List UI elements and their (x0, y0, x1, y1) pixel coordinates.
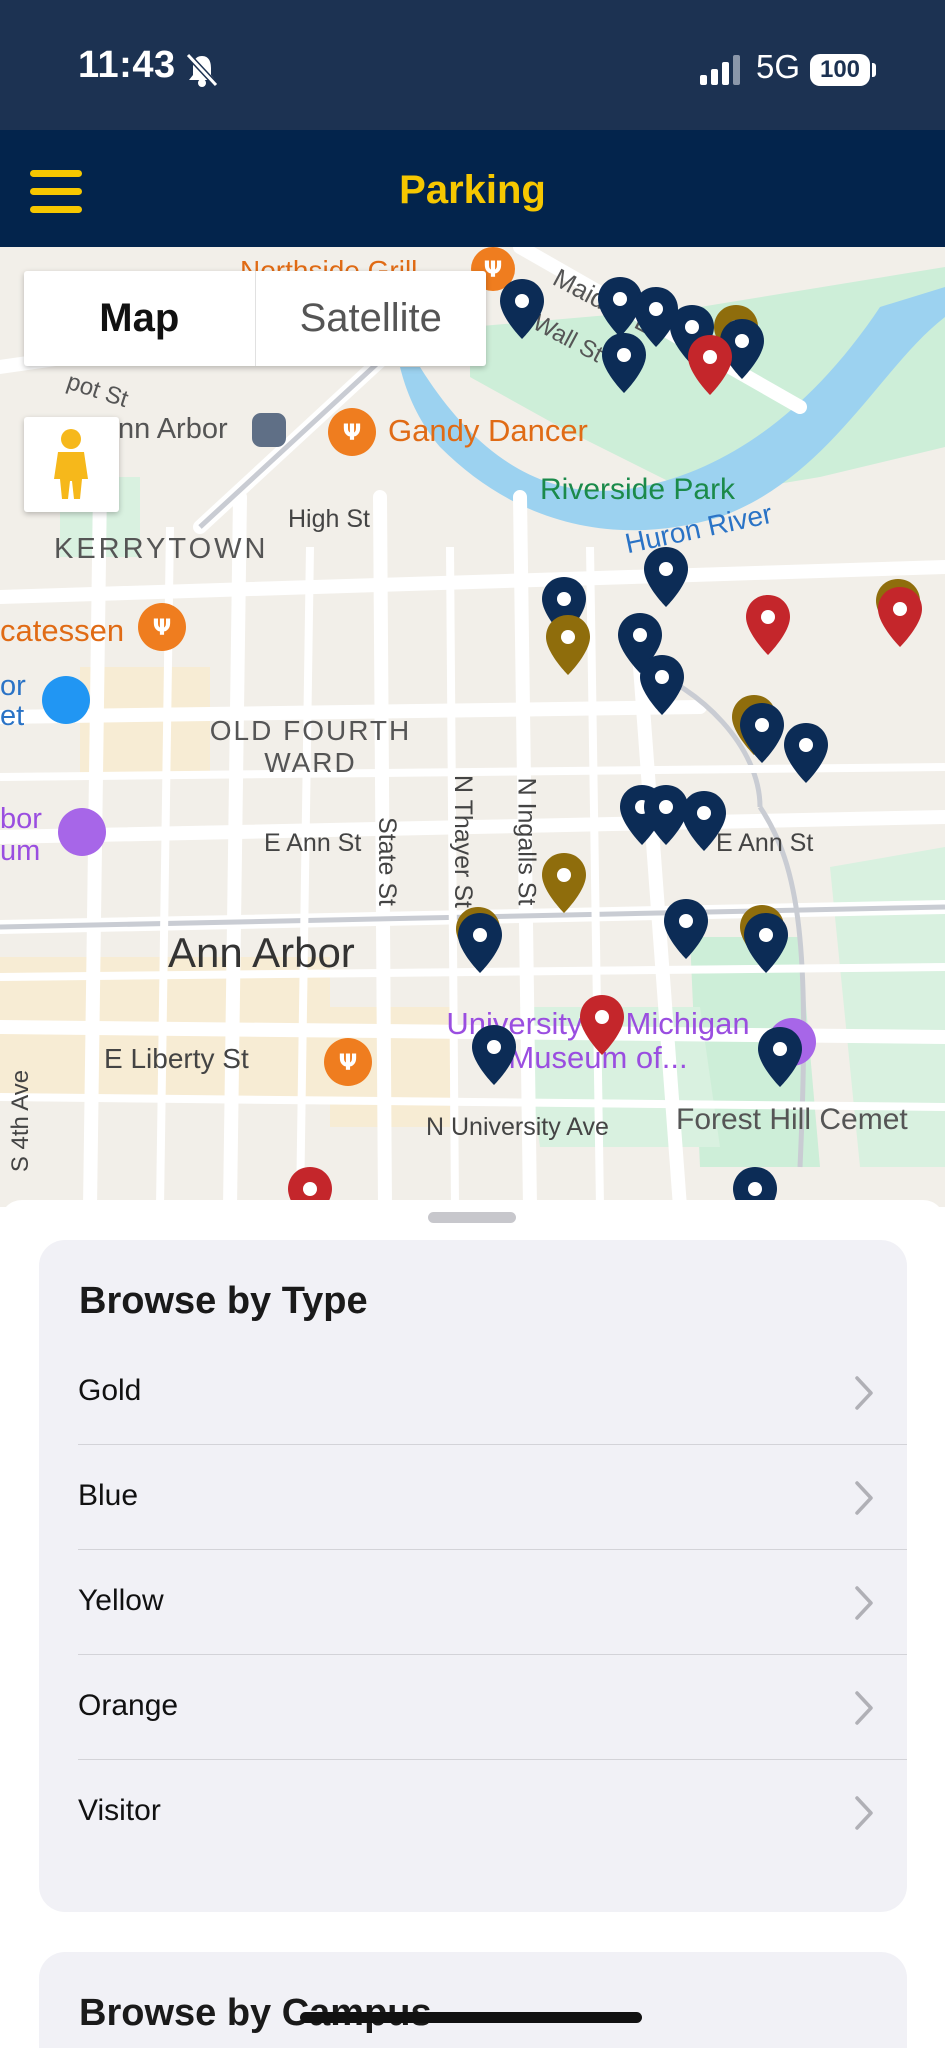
sheet-grabber[interactable] (428, 1212, 516, 1223)
map-type-toggle: Map Satellite (24, 271, 486, 366)
parking-screen: 11:43 5G 100 Parking Ψ Ψ Ψ Ψ Maiden Wall… (0, 0, 945, 2048)
parking-marker-blue-icon[interactable] (644, 785, 688, 845)
street-view-pegman-icon[interactable] (24, 417, 119, 512)
parking-marker-blue-icon[interactable] (472, 1025, 516, 1085)
parking-marker-blue-icon[interactable] (458, 913, 502, 973)
list-item-label: Yellow (78, 1584, 164, 1617)
chevron-right-icon (855, 1586, 873, 1620)
chevron-right-icon (855, 1481, 873, 1515)
chevron-right-icon (855, 1796, 873, 1830)
parking-marker-blue-icon[interactable] (682, 791, 726, 851)
browse-by-campus-card: Browse by Campus (39, 1952, 907, 2048)
list-item-label: Visitor (78, 1794, 161, 1827)
browse-by-type-title: Browse by Type (79, 1280, 368, 1322)
list-item-gold[interactable]: Gold (78, 1340, 907, 1445)
parking-marker-blue-icon[interactable] (758, 1027, 802, 1087)
chevron-right-icon (855, 1376, 873, 1410)
parking-marker-blue-icon[interactable] (664, 899, 708, 959)
bottom-sheet: Browse by Type Gold Blue Yellow Orange V… (0, 1200, 945, 2048)
parking-marker-blue-icon[interactable] (500, 279, 544, 339)
parking-marker-gold-icon[interactable] (546, 615, 590, 675)
status-bar: 11:43 5G 100 (0, 0, 945, 130)
list-item-label: Blue (78, 1479, 139, 1512)
parking-marker-blue-icon[interactable] (744, 913, 788, 973)
navigation-bar: Parking (0, 130, 945, 247)
list-item-label: Orange (78, 1689, 179, 1722)
parking-marker-blue-icon[interactable] (740, 703, 784, 763)
parking-marker-red-icon[interactable] (878, 587, 922, 647)
parking-marker-red-icon[interactable] (688, 335, 732, 395)
parking-marker-red-icon[interactable] (746, 595, 790, 655)
parking-marker-blue-icon[interactable] (644, 547, 688, 607)
chevron-right-icon (855, 1691, 873, 1725)
list-item-blue[interactable]: Blue (78, 1445, 907, 1550)
parking-marker-blue-icon[interactable] (634, 287, 678, 347)
parking-marker-gold-icon[interactable] (542, 853, 586, 913)
browse-by-type-card: Browse by Type Gold Blue Yellow Orange V… (39, 1240, 907, 1912)
list-item-orange[interactable]: Orange (78, 1655, 907, 1760)
parking-map[interactable]: Ψ Ψ Ψ Ψ Northside Grill Maiden Ln Wall S… (0, 247, 945, 1207)
battery-tip (872, 63, 876, 77)
parking-marker-blue-icon[interactable] (640, 655, 684, 715)
parking-marker-red-icon[interactable] (580, 995, 624, 1055)
parking-marker-blue-icon[interactable] (602, 333, 646, 393)
bell-slash-icon (185, 52, 219, 88)
list-item-visitor[interactable]: Visitor (78, 1760, 907, 1865)
status-time: 11:43 (78, 44, 176, 86)
map-type-satellite-button[interactable]: Satellite (256, 271, 487, 366)
parking-marker-layer (288, 277, 922, 1207)
cellular-signal-icon (700, 55, 740, 85)
list-item-label: Gold (78, 1374, 142, 1407)
page-title: Parking (399, 168, 546, 212)
map-type-map-button[interactable]: Map (24, 271, 256, 366)
list-item-yellow[interactable]: Yellow (78, 1550, 907, 1655)
battery-indicator: 100 (810, 54, 870, 86)
network-type: 5G (756, 48, 801, 85)
home-indicator (300, 2012, 642, 2023)
parking-marker-blue-icon[interactable] (784, 723, 828, 783)
